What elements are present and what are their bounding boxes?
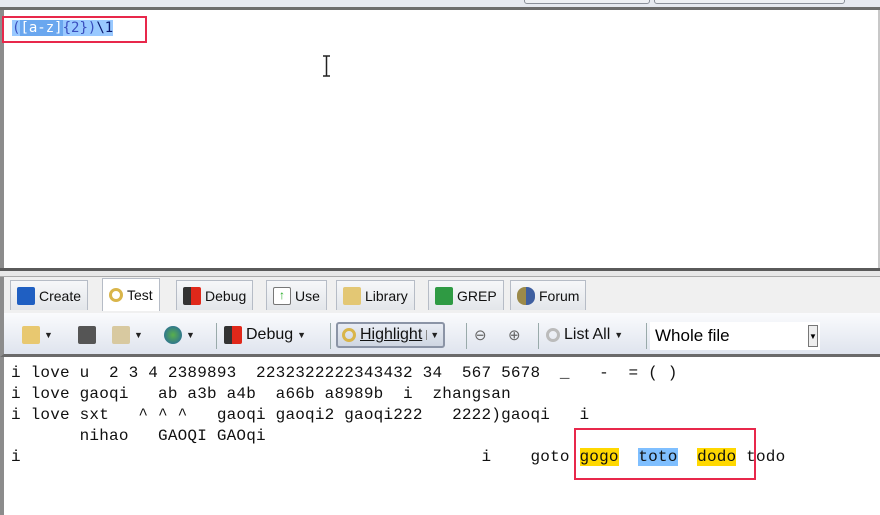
list-all-button[interactable]: List All ▼	[546, 322, 623, 348]
zoom-next-icon: ⊕	[508, 327, 521, 344]
test-icon	[109, 288, 123, 302]
chevron-down-icon: ▼	[186, 330, 195, 340]
save-icon	[78, 326, 96, 344]
debug-label: Debug	[246, 326, 294, 343]
tab-library[interactable]: Library	[336, 280, 415, 310]
test-subject-editor[interactable]: i love u 2 3 4 2389893 2232322222343432 …	[0, 357, 880, 515]
list-all-label: List All	[564, 326, 611, 343]
web-button[interactable]: ▼	[164, 322, 195, 348]
library-icon	[343, 286, 361, 305]
clipboard-icon	[112, 326, 130, 344]
open-button[interactable]: ▼	[22, 322, 53, 348]
chevron-down-icon[interactable]: ▼	[808, 325, 818, 347]
chevron-down-icon: ▼	[614, 330, 624, 340]
chevron-down-icon[interactable]: ▼	[426, 330, 439, 340]
create-icon	[17, 286, 35, 305]
regex-editor[interactable]: ([a-z]{2})\1	[0, 10, 880, 270]
tab-label: Forum	[539, 287, 580, 304]
grep-icon	[435, 286, 453, 305]
annotation-box	[2, 16, 147, 43]
top-strip	[0, 0, 880, 10]
chevron-down-icon: ▼	[134, 330, 143, 340]
text-segment: i i goto	[11, 448, 580, 466]
tab-label: Test	[127, 287, 153, 303]
chevron-down-icon: ▼	[297, 330, 307, 340]
text-line: i love gaoqi ab a3b a4b a66b a8989b i zh…	[11, 385, 511, 403]
highlight-label: Highlight	[360, 326, 423, 343]
paste-button[interactable]: ▼	[112, 322, 143, 348]
previous-match-button[interactable]: ⊖	[474, 322, 487, 348]
text-cursor-icon	[323, 55, 330, 77]
chevron-down-icon: ▼	[44, 330, 53, 340]
globe-icon	[164, 326, 182, 344]
forum-icon	[517, 286, 535, 305]
top-button[interactable]	[524, 0, 650, 4]
zoom-previous-icon: ⊖	[474, 327, 487, 344]
tab-use[interactable]: ↑ Use	[266, 280, 327, 310]
tab-bar: Create Test Debug ↑ Use Library GREP Foru…	[0, 277, 880, 313]
highlight-button[interactable]: Highlight ▼	[336, 322, 446, 348]
tab-label: Use	[295, 287, 320, 304]
search-icon	[546, 328, 560, 342]
open-file-icon	[22, 326, 40, 344]
next-match-button[interactable]: ⊕	[508, 322, 521, 348]
splitter[interactable]	[0, 268, 880, 277]
divider	[646, 323, 647, 349]
debug-icon	[183, 286, 201, 305]
divider	[330, 323, 331, 349]
scope-value: Whole file	[655, 326, 730, 345]
debug-button[interactable]: Debug ▼	[224, 322, 306, 348]
save-button[interactable]	[78, 322, 96, 348]
divider	[216, 323, 217, 349]
text-line: i love u 2 3 4 2389893 2232322222343432 …	[11, 364, 678, 382]
tab-debug[interactable]: Debug	[176, 280, 254, 310]
text-line: i love sxt ^ ^ ^ gaoqi gaoqi2 gaoqi222 2…	[11, 406, 590, 424]
tab-label: GREP	[457, 287, 497, 304]
tab-forum[interactable]: Forum	[510, 280, 587, 310]
tab-test[interactable]: Test	[102, 278, 160, 311]
tab-label: Create	[39, 287, 82, 304]
top-button[interactable]	[654, 0, 845, 4]
divider	[466, 323, 467, 349]
tab-grep[interactable]: GREP	[428, 280, 504, 310]
debug-icon	[224, 326, 242, 344]
search-icon	[342, 328, 356, 342]
annotation-box	[574, 428, 756, 480]
scope-select[interactable]: Whole file ▼	[650, 322, 820, 350]
toolbar: ▼ ▼ ▼ Debug ▼ Highlight ▼ ⊖ ⊕ List All ▼ Wh…	[0, 313, 880, 357]
divider	[538, 323, 539, 349]
tab-create[interactable]: Create	[10, 280, 89, 310]
tab-label: Library	[365, 287, 408, 304]
tab-label: Debug	[205, 287, 247, 304]
